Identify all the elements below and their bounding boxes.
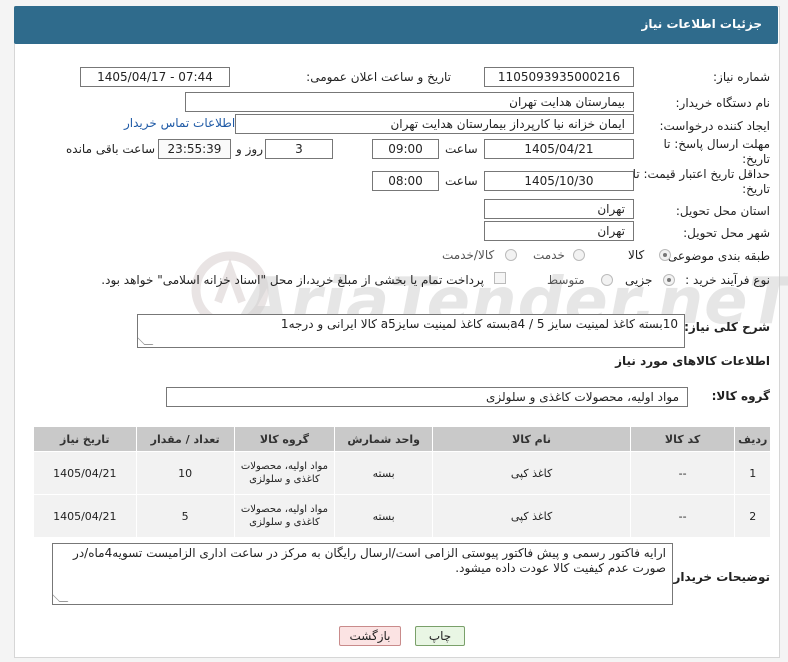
creator-field: ایمان خزانه نیا کارپرداز بیمارستان هدایت… <box>235 114 634 134</box>
cell-group: مواد اولیه، محصولات کاغذی و سلولزی <box>233 494 336 538</box>
cell-unit: بسته <box>334 451 434 495</box>
table-row: 1 -- کاغذ کپی بسته مواد اولیه، محصولات ک… <box>33 451 771 495</box>
validity-time-label: ساعت <box>445 174 478 188</box>
need-number-field: 1105093935000216 <box>484 67 634 87</box>
city-label: شهر محل تحویل: <box>683 226 770 240</box>
cell-name: کاغذ کپی <box>432 451 631 495</box>
resize-handle-icon[interactable] <box>53 593 69 602</box>
cell-qty: 5 <box>135 494 235 538</box>
remaining-time-field: 23:55:39 <box>158 139 231 159</box>
category-radio-goods-service[interactable] <box>505 249 517 261</box>
cell-row: 1 <box>734 451 771 495</box>
resize-handle-icon[interactable] <box>138 336 154 345</box>
summary-textarea[interactable]: 10بسته کاغذ لمینیت سایز a4 / 5بسته کاغذ … <box>137 314 685 348</box>
col-row: ردیف <box>734 426 771 452</box>
validity-time-field: 08:00 <box>372 171 439 191</box>
deadline-date-field: 1405/04/21 <box>484 139 634 159</box>
cell-date: 1405/04/21 <box>33 451 137 495</box>
title-bar: جزئیات اطلاعات نیاز <box>14 6 778 44</box>
cell-group: مواد اولیه، محصولات کاغذی و سلولزی <box>233 451 336 495</box>
process-label: نوع فرآیند خرید : <box>685 273 770 287</box>
process-option-medium: متوسط <box>547 273 585 287</box>
cell-name: کاغذ کپی <box>432 494 631 538</box>
payment-note: پرداخت تمام یا بخشی از مبلغ خرید،از محل … <box>101 273 484 287</box>
summary-text: 10بسته کاغذ لمینیت سایز a4 / 5بسته کاغذ … <box>280 317 678 331</box>
cell-code: -- <box>629 494 736 538</box>
col-qty: تعداد / مقدار <box>135 426 235 452</box>
buyer-notes-text: ارایه فاکتور رسمی و پیش فاکتور پیوستی ال… <box>73 546 666 575</box>
province-field: تهران <box>484 199 634 219</box>
category-option-service: خدمت <box>533 248 565 262</box>
col-date: تاریخ نیاز <box>33 426 137 452</box>
deadline-label: مهلت ارسال پاسخ: تا تاریخ: <box>663 137 770 166</box>
process-radio-medium[interactable] <box>601 274 613 286</box>
cell-qty: 10 <box>135 451 235 495</box>
cell-unit: بسته <box>334 494 434 538</box>
validity-label: حداقل تاریخ اعتبار قیمت: تا تاریخ: <box>632 167 770 196</box>
process-option-minor: جزیی <box>625 273 653 287</box>
category-radio-service[interactable] <box>573 249 585 261</box>
process-radio-minor[interactable] <box>663 274 675 286</box>
category-radio-goods[interactable] <box>659 249 671 261</box>
cell-row: 2 <box>734 494 771 538</box>
page-title: جزئیات اطلاعات نیاز <box>641 17 762 31</box>
treasury-payment-checkbox[interactable] <box>494 272 506 284</box>
summary-label: شرح کلی نیاز: <box>684 320 770 334</box>
goods-table: ردیف کد کالا نام کالا واحد شمارش گروه کا… <box>33 426 771 538</box>
creator-label: ایجاد کننده درخواست: <box>659 119 770 133</box>
category-option-goods-service: کالا/خدمت <box>442 248 495 262</box>
buyer-notes-textarea[interactable]: ارایه فاکتور رسمی و پیش فاکتور پیوستی ال… <box>52 543 673 605</box>
col-code: کد کالا <box>629 426 736 452</box>
goods-info-title: اطلاعات کالاهای مورد نیاز <box>615 354 770 368</box>
city-field: تهران <box>484 221 634 241</box>
remaining-label: ساعت باقی مانده <box>66 142 156 156</box>
table-header-row: ردیف کد کالا نام کالا واحد شمارش گروه کا… <box>33 426 771 452</box>
goods-group-label: گروه کالا: <box>711 389 770 403</box>
validity-date-field: 1405/10/30 <box>484 171 634 191</box>
cell-code: -- <box>629 451 736 495</box>
days-label: روز و <box>236 142 263 156</box>
buyer-org-label: نام دستگاه خریدار: <box>675 96 771 110</box>
announce-field: 1405/04/17 - 07:44 <box>80 67 230 87</box>
days-field: 3 <box>265 139 333 159</box>
category-option-goods: کالا <box>628 248 645 262</box>
buyer-org-field: بیمارستان هدایت تهران <box>185 92 634 112</box>
goods-group-field: مواد اولیه، محصولات کاغذی و سلولزی <box>166 387 688 407</box>
contact-info-link[interactable]: اطلاعات تماس خریدار <box>124 116 235 130</box>
print-button[interactable]: چاپ <box>415 626 465 646</box>
col-unit: واحد شمارش <box>334 426 434 452</box>
cell-date: 1405/04/21 <box>33 494 137 538</box>
table-row: 2 -- کاغذ کپی بسته مواد اولیه، محصولات ک… <box>33 494 771 538</box>
deadline-time-field: 09:00 <box>372 139 439 159</box>
deadline-time-label: ساعت <box>445 142 478 156</box>
buyer-notes-label: توضیحات خریدار: <box>668 570 770 584</box>
announce-label: تاریخ و ساعت اعلان عمومی: <box>306 70 451 84</box>
province-label: استان محل تحویل: <box>675 204 770 218</box>
col-group: گروه کالا <box>233 426 336 452</box>
back-button[interactable]: بازگشت <box>339 626 401 646</box>
category-label: طبقه بندی موضوعی: <box>663 249 770 263</box>
col-name: نام کالا <box>432 426 631 452</box>
need-number-label: شماره نیاز: <box>713 70 770 84</box>
